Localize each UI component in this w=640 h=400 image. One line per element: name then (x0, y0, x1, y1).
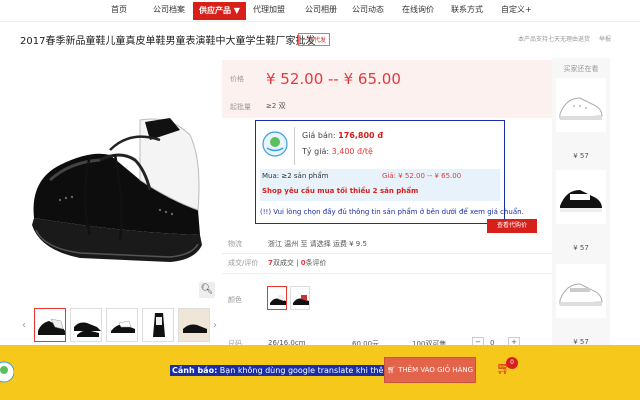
cart-count-badge: 0 (506, 357, 518, 369)
sold-text: 双成交 (272, 259, 294, 267)
add-to-cart-label: THÊM VÀO GIỎ HÀNG (398, 366, 474, 374)
shipping-label: 物流 (228, 240, 242, 248)
color-label: 颜色 (228, 296, 242, 304)
price-value: ¥ 52.00 -- ¥ 65.00 (266, 70, 401, 88)
top-nav: 首页 公司档案 供应产品 ▼ 代理加盟 公司相册 公司动态 在线询价 联系方式 … (0, 0, 640, 22)
minimum-order-text: Shop yêu cầu mua tối thiểu 2 sản phẩm (262, 187, 419, 195)
thumbnail-strip: ‹ › (20, 306, 220, 346)
return-note: 本产品支持七天无理由退货 (518, 36, 591, 43)
price-section: 价格 ¥ 52.00 -- ¥ 65.00 起批量 ≥2 双 (222, 60, 552, 118)
nav-item-products[interactable]: 供应产品 ▼ (193, 2, 246, 20)
moq-label: 起批量 (230, 103, 251, 111)
recommend-panel: 买家还在看 ¥ 57 ¥ 57 ¥ 57 (552, 58, 610, 348)
sale-price-label: Giá bán: (302, 131, 336, 140)
sale-price-value: 176,800 đ (338, 131, 384, 140)
extension-logo-icon (0, 361, 14, 383)
nav-item-news[interactable]: 公司动态 (352, 4, 384, 15)
report-link[interactable]: 举报 (599, 34, 611, 43)
recommend-item-image[interactable] (556, 78, 606, 132)
nav-item-agency[interactable]: 代理加盟 (253, 4, 285, 15)
select-options-warning: (!!) Vui lòng chọn đầy đủ thông tin sản … (260, 208, 524, 216)
nav-item-profile[interactable]: 公司档案 (153, 4, 185, 15)
recommend-item-image[interactable] (556, 264, 606, 318)
thumbnail-image[interactable] (106, 308, 138, 342)
recommend-item-price: ¥ 57 (573, 244, 589, 252)
magnifier-icon[interactable]: 🔍︎ (199, 282, 215, 298)
chevron-left-icon[interactable]: ‹ (22, 320, 26, 331)
thumbnail-image[interactable] (142, 308, 174, 342)
recommend-title: 买家还在看 (563, 65, 599, 73)
thumbnail-image[interactable] (34, 308, 66, 342)
cart-plus-icon: 🛒︎ (386, 366, 399, 374)
price-label: 价格 (230, 75, 244, 83)
divider (294, 127, 295, 165)
purchase-info: Mua: ≥2 sản phẩm Giá: ¥ 52.00 -- ¥ 65.00… (260, 169, 500, 201)
main-product-image[interactable] (20, 60, 218, 305)
review-value: 7双成交 | 0条评价 (268, 259, 327, 267)
divider (222, 273, 552, 274)
shipping-value[interactable]: 浙江 温州 至 请选择 运费 ¥ 9.5 (268, 239, 367, 249)
buy-quantity-text: Mua: ≥2 sản phẩm (262, 172, 329, 180)
nav-item-inquiry[interactable]: 在线询价 (402, 4, 434, 15)
color-option[interactable] (290, 286, 310, 310)
nav-item-home[interactable]: 首页 (111, 4, 127, 15)
warning-label: Cảnh báo: (172, 366, 218, 375)
moq-value: ≥2 双 (266, 102, 286, 110)
extension-logo-icon (262, 131, 288, 157)
add-to-cart-button[interactable]: 🛒︎ THÊM VÀO GIỎ HÀNG (384, 357, 476, 383)
review-label: 成交/评价 (228, 259, 259, 267)
review-text: 条评价 (305, 259, 327, 267)
color-option[interactable] (267, 286, 287, 310)
thumbnail-image[interactable] (70, 308, 102, 342)
chevron-right-icon[interactable]: › (213, 320, 217, 331)
exchange-rate-row: Tỷ giá: 3,400 đ/tệ (302, 147, 373, 156)
nav-item-album[interactable]: 公司相册 (305, 4, 337, 15)
rate-label: Tỷ giá: (302, 147, 330, 156)
product-title: 2017春季新品童鞋儿童真皮单鞋男童表演鞋中大童学生鞋厂家批发 (20, 36, 316, 47)
divider (222, 253, 552, 254)
extension-bottom-bar: Cảnh báo: Bạn không dùng google translat… (0, 345, 640, 400)
sale-price-row: Giá bán: 176,800 đ (302, 131, 383, 140)
recommend-item-image[interactable] (556, 170, 606, 224)
product-title-row: 2017春季新品童鞋儿童真皮单鞋男童表演鞋中大童学生鞋厂家批发 一件代发 本产品… (0, 24, 640, 54)
thumbnail-image[interactable] (178, 308, 210, 342)
price-range-text: Giá: ¥ 52.00 -- ¥ 65.00 (382, 172, 462, 180)
nav-item-contact[interactable]: 联系方式 (451, 4, 483, 15)
nav-item-custom[interactable]: 自定义+ (501, 4, 532, 15)
dropship-badge: 一件代发 (298, 33, 331, 46)
translation-price-box: Giá bán: 176,800 đ Tỷ giá: 3,400 đ/tệ Mu… (255, 120, 524, 224)
agent-price-button[interactable]: 查看代购价 (487, 219, 537, 233)
rate-value: 3,400 đ/tệ (331, 147, 373, 156)
recommend-item-price: ¥ 57 (573, 152, 589, 160)
